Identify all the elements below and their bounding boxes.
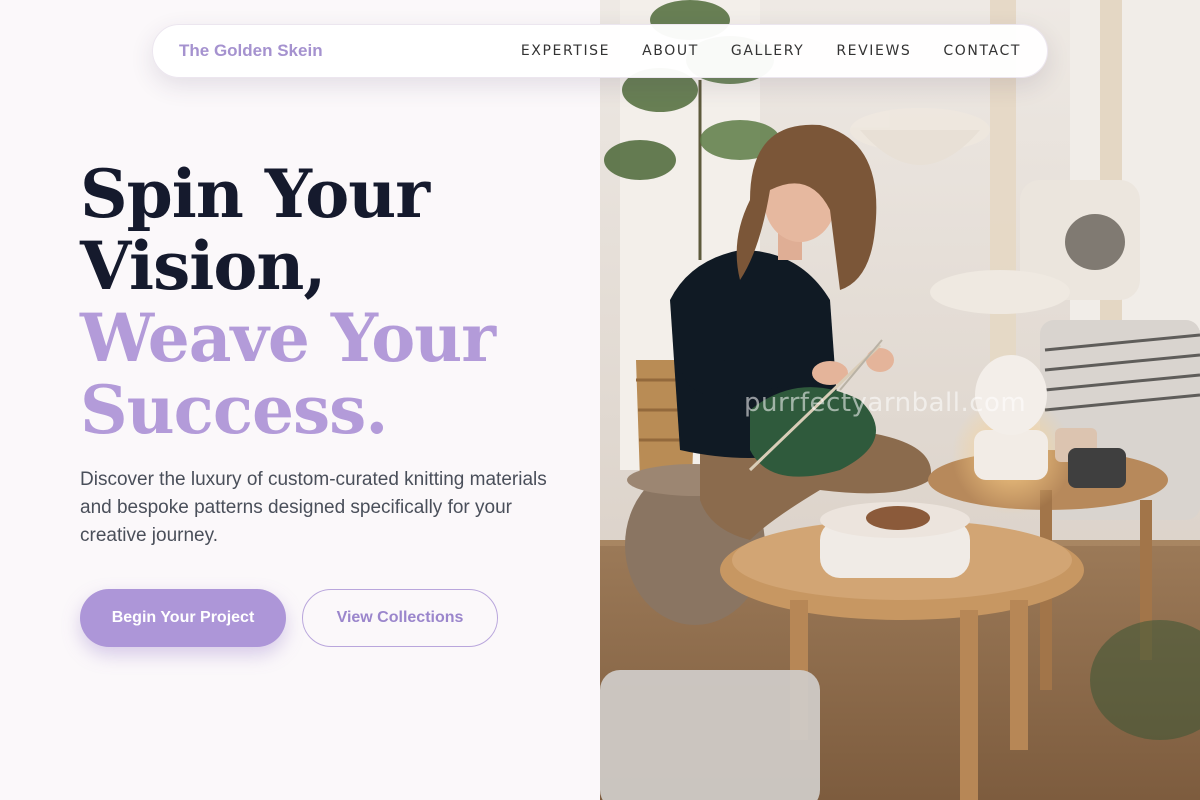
nav-link-expertise[interactable]: EXPERTISE — [521, 43, 610, 59]
hero-title-line-1: Spin Your — [80, 155, 430, 233]
nav-link-gallery[interactable]: GALLERY — [731, 43, 804, 59]
begin-project-button[interactable]: Begin Your Project — [80, 589, 286, 647]
nav-link-contact[interactable]: CONTACT — [943, 43, 1021, 59]
nav-link-reviews[interactable]: REVIEWS — [836, 43, 911, 59]
brand-logo[interactable]: The Golden Skein — [179, 41, 323, 61]
hero-left-pane: Spin Your Vision, Weave Your Success. Di… — [0, 0, 600, 800]
top-navbar: The Golden Skein EXPERTISE ABOUT GALLERY… — [152, 24, 1048, 78]
hero-description: Discover the luxury of custom-curated kn… — [80, 469, 547, 546]
nav-links: EXPERTISE ABOUT GALLERY REVIEWS CONTACT — [521, 43, 1021, 59]
image-watermark: purrfectyarnball.com — [744, 388, 1027, 418]
view-collections-button[interactable]: View Collections — [302, 589, 498, 647]
hero-title: Spin Your Vision, Weave Your Success. — [80, 158, 580, 446]
hero-title-line-4: Success. — [80, 371, 388, 449]
hero-title-line-2: Vision, — [80, 227, 326, 305]
nav-link-about[interactable]: ABOUT — [642, 43, 699, 59]
hero-title-line-3: Weave Your — [80, 299, 496, 377]
